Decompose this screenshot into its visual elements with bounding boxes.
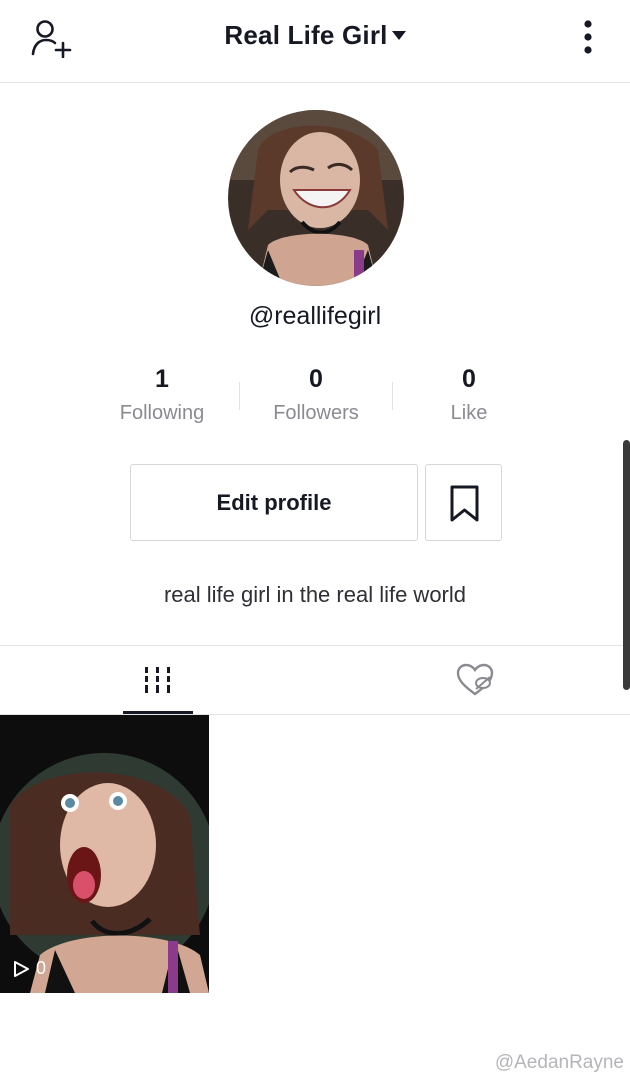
- play-count-value: 0: [36, 958, 47, 978]
- username: @reallifegirl: [248, 302, 382, 330]
- following-count: 1: [155, 365, 169, 393]
- watermark: @AedanRayne: [494, 1052, 624, 1073]
- video-preview: [0, 715, 209, 993]
- account-switcher[interactable]: Real Life Girl: [224, 20, 406, 51]
- stat-followers[interactable]: 0 Followers: [241, 364, 391, 425]
- more-vertical-icon[interactable]: [575, 18, 601, 58]
- avatar[interactable]: [228, 110, 404, 286]
- stat-following[interactable]: 1 Following: [87, 364, 237, 425]
- play-count: 0: [12, 958, 46, 979]
- followers-label: Followers: [273, 402, 359, 424]
- bookmark-icon: [450, 485, 479, 522]
- bookmark-button[interactable]: [425, 464, 502, 541]
- followers-count: 0: [309, 365, 323, 393]
- active-tab-indicator: [123, 711, 193, 714]
- following-label: Following: [119, 402, 205, 424]
- play-icon: [14, 960, 29, 977]
- profile-tabs: [0, 645, 630, 715]
- video-thumbnail[interactable]: 0: [0, 715, 209, 993]
- likes-count: 0: [462, 365, 476, 393]
- stat-likes[interactable]: 0 Like: [394, 364, 544, 425]
- tab-videos[interactable]: [123, 646, 193, 715]
- likes-label: Like: [450, 402, 488, 424]
- stat-divider: [392, 382, 393, 410]
- liked-hidden-icon: [456, 663, 494, 696]
- scrollbar[interactable]: [623, 440, 630, 690]
- grid-icon: [145, 667, 170, 693]
- caret-down-icon: [391, 30, 406, 40]
- top-bar: Real Life Girl: [0, 0, 630, 83]
- edit-profile-button[interactable]: Edit profile: [130, 464, 418, 541]
- stat-divider: [239, 382, 240, 410]
- tab-liked[interactable]: [440, 646, 510, 715]
- bio-text: real life girl in the real life world: [163, 582, 467, 607]
- account-title: Real Life Girl: [224, 20, 388, 50]
